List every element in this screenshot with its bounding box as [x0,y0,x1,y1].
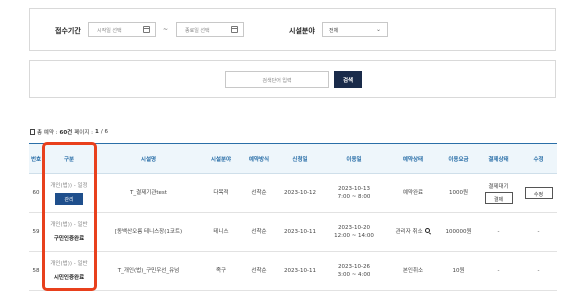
summary-page: 1 [95,129,99,135]
table-row: 59 개인(법)) - 일반 구민인증완료 [동백산오름 테니스장(1코트) 테… [29,212,557,252]
row-field: 다목적 [202,173,240,213]
row-edit: 수정 [520,173,557,213]
calendar-icon[interactable] [231,26,238,33]
header-method: 예약방식 [240,143,278,174]
search-input[interactable]: 검색단어 입력 [225,71,329,88]
row-use-day: 2023-10-26 [338,264,370,270]
document-icon [30,129,35,135]
row-applied: 2023-10-11 [278,212,322,252]
row-field: 테니스 [202,212,240,252]
pay-status-text: 결제대기 [488,183,509,190]
table-row: 58 개인(법)) - 일반 시민인증완료 T_개인(법)_구민우선_유넘 족구… [29,251,557,291]
end-date-placeholder: 종료일 선택 [185,28,210,34]
row-use-day: 2023-10-20 [338,225,370,231]
row-use-time: 12:00 ~ 14:00 [334,233,374,239]
start-date-input[interactable]: 시작일 선택 [88,22,156,37]
header-field: 시설분야 [202,143,240,174]
row-use-date: 2023-10-13 7:00 ~ 8:00 [322,173,386,213]
row-pay-status: 결제대기 결제 [477,173,520,213]
row-use-time: 3:00 ~ 4:00 [337,272,371,278]
row-fee: 1000원 [440,173,477,213]
date-separator: ~ [163,26,169,33]
header-status: 예약상태 [386,143,440,174]
row-use-date: 2023-10-20 12:00 ~ 14:00 [322,212,386,252]
row-applied: 2023-10-12 [278,173,322,213]
summary-prefix: 총 예약 : [37,130,58,136]
row-use-date: 2023-10-26 3:00 ~ 4:00 [322,251,386,291]
result-summary: 총 예약 : 60건 페이지 : 1 / 6 [30,128,108,136]
search-button[interactable]: 검색 [334,71,362,88]
pay-button[interactable]: 결제 [484,191,513,204]
verification-status: 시민인증완료 [53,275,85,281]
header-edit: 수정 [520,143,557,174]
row-type-note: 개인(법)) - 일반 [50,261,88,267]
row-type: 개인(법)) - 일반 구민인증완료 [43,212,95,252]
manage-button[interactable]: 관리 [55,192,83,205]
row-status: 본인취소 [386,251,440,291]
row-status: 예약완료 [386,173,440,213]
row-status: 관리자 취소 [386,212,440,252]
edit-button[interactable]: 수정 [524,187,553,199]
row-method: 선착순 [240,173,278,213]
row-field: 족구 [202,251,240,291]
field-label: 시설분야 [289,27,315,35]
row-type-note: 개인(법)) - 일정 [50,182,88,189]
row-method: 선착순 [240,251,278,291]
row-fee: 100000원 [440,212,477,252]
calendar-icon[interactable] [143,26,150,33]
row-no: 60 [29,173,43,213]
row-status-text: 관리자 취소 [395,229,423,235]
filter-panel: 접수기간 시작일 선택 ~ 종료일 선택 시설분야 전체 ⌄ [29,8,556,51]
header-facility: 시설명 [95,143,202,174]
summary-total: 60건 [59,130,73,136]
row-method: 선착순 [240,212,278,252]
header-use-date: 이용일 [322,143,386,174]
end-date-input[interactable]: 종료일 선택 [176,22,244,37]
summary-suffix: / 6 [100,129,108,135]
row-type: 개인(법)) - 일반 시민인증완료 [43,251,95,291]
search-placeholder: 검색단어 입력 [262,78,292,84]
verification-status: 구민인증완료 [53,236,85,242]
field-select[interactable]: 전체 ⌄ [322,22,388,37]
row-use-day: 2023-10-13 [338,186,370,192]
summary-middle: 페이지 : [74,130,94,136]
period-label: 접수기간 [55,27,81,35]
row-facility: T_개인(법)_구민우선_유넘 [95,251,202,291]
reservation-table: 번호 구분 시설명 시설분야 예약방식 신청일 이용일 예약상태 이용요금 결제… [29,143,557,291]
chevron-down-icon: ⌄ [375,26,381,33]
header-type: 구분 [43,143,95,174]
row-no: 58 [29,251,43,291]
row-pay-status: - [477,212,520,252]
header-fee: 이용요금 [440,143,477,174]
magnifier-icon[interactable] [425,228,431,233]
row-edit: - [520,212,557,252]
row-no: 59 [29,212,43,252]
start-date-placeholder: 시작일 선택 [97,28,122,34]
row-facility: [동백산오름 테니스장(1코트) [95,212,202,252]
row-edit: - [520,251,557,291]
row-pay-status: - [477,251,520,291]
row-type: 개인(법)) - 일정 관리 [43,173,95,213]
header-no: 번호 [29,143,43,174]
row-use-time: 7:00 ~ 8:00 [337,194,371,200]
row-facility: T_결제기관test [95,173,202,213]
table-header-row: 번호 구분 시설명 시설분야 예약방식 신청일 이용일 예약상태 이용요금 결제… [29,143,557,174]
field-select-value: 전체 [329,28,339,34]
header-pay-status: 결제상태 [477,143,520,174]
search-panel: 검색단어 입력 검색 [29,60,556,98]
header-applied: 신청일 [278,143,322,174]
table-row: 60 개인(법)) - 일정 관리 T_결제기관test 다목적 선착순 202… [29,173,557,213]
row-applied: 2023-10-11 [278,251,322,291]
row-type-note: 개인(법)) - 일반 [50,222,88,228]
row-fee: 10원 [440,251,477,291]
